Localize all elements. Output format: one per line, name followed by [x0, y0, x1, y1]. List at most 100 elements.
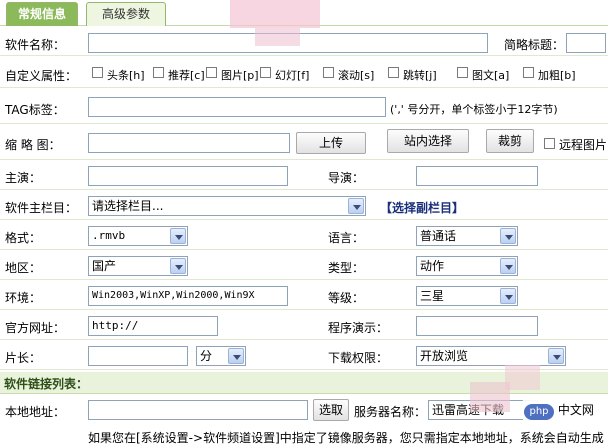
attr-checkbox[interactable] [260, 67, 271, 78]
length-unit-value: 分 [200, 349, 213, 363]
tab-advanced[interactable]: 高级参数 [86, 2, 166, 26]
env-label: 环境： [5, 291, 42, 305]
row-length: 片长： 分 下载权限： 开放浏览 [0, 342, 608, 370]
language-select[interactable]: 普通话 [416, 226, 518, 246]
browse-button[interactable]: 选取 [313, 399, 349, 421]
row-local-address: 本地地址： 选取 服务器名称： 迅雷高速下载 [0, 396, 608, 424]
row-starring: 主演： 导演： [0, 162, 608, 190]
attr-checkbox[interactable] [323, 67, 334, 78]
starring-label: 主演： [5, 171, 42, 185]
attr-checkbox[interactable] [92, 67, 103, 78]
row-format: 格式： .rmvb 语言： 普通话 [0, 222, 608, 250]
select-sub-column-link[interactable]: 【选择副栏目】 [380, 199, 464, 216]
format-label: 格式： [5, 231, 42, 245]
chevron-down-icon [228, 348, 244, 364]
attr-label: 幻灯[f] [275, 69, 310, 82]
level-label: 等级： [328, 291, 365, 305]
chevron-down-icon [500, 288, 516, 304]
tab-bar: 常规信息 高级参数 [0, 0, 608, 26]
row-thumbnail: 缩 略 图： 上传 站内选择 裁剪 远程图片 [0, 126, 608, 160]
region-value: 国产 [92, 259, 117, 273]
demo-label: 程序演示： [328, 321, 389, 335]
permission-label: 下载权限： [328, 351, 389, 365]
region-label: 地区： [5, 261, 42, 275]
format-select[interactable]: .rmvb [88, 226, 188, 246]
starring-input[interactable] [88, 166, 288, 186]
type-label: 类型： [328, 261, 365, 275]
php-logo-icon: php [524, 404, 554, 420]
level-select[interactable]: 三星 [416, 286, 518, 306]
row-website: 官方网址： http:// 程序演示： [0, 312, 608, 340]
watermark-text: 中文网 [557, 403, 594, 417]
thumb-label: 缩 略 图： [5, 138, 61, 152]
tag-hint: (',' 号分开，单个标签小于12字节) [390, 103, 558, 116]
env-input[interactable]: Win2003,WinXP,Win2000,Win9X [88, 286, 288, 306]
permission-select[interactable]: 开放浏览 [416, 346, 566, 366]
attr-label: 图文[a] [472, 69, 510, 82]
row-main-column: 软件主栏目： 请选择栏目... 【选择副栏目】 [0, 192, 608, 220]
tab-general[interactable]: 常规信息 [6, 2, 78, 26]
tag-input[interactable] [88, 97, 386, 117]
thumb-input[interactable] [88, 133, 290, 153]
type-value: 动作 [420, 259, 445, 273]
region-select[interactable]: 国产 [88, 256, 188, 276]
permission-value: 开放浏览 [420, 349, 469, 363]
chevron-down-icon [170, 228, 186, 244]
attr-checkbox[interactable] [206, 67, 217, 78]
name-label: 软件名称： [5, 38, 66, 52]
length-label: 片长： [5, 351, 42, 365]
row-tag: TAG标签： (',' 号分开，单个标签小于12字节) [0, 92, 608, 124]
local-address-label: 本地地址： [5, 405, 66, 419]
crop-button[interactable]: 裁剪 [486, 129, 534, 153]
format-value: .rmvb [92, 229, 126, 242]
level-value: 三星 [420, 289, 445, 303]
site-watermark: php 中文网 [522, 399, 602, 421]
attr-checkbox[interactable] [153, 67, 164, 78]
chevron-down-icon [500, 258, 516, 274]
chevron-down-icon [548, 348, 564, 364]
language-value: 普通话 [420, 229, 457, 243]
local-address-input[interactable] [88, 400, 308, 420]
custom-attr-label: 自定义属性： [5, 69, 78, 83]
site-input[interactable]: http:// [88, 316, 218, 336]
attr-checkbox[interactable] [457, 67, 468, 78]
short-title-input[interactable] [566, 33, 606, 53]
remote-image-checkbox[interactable] [544, 138, 555, 149]
language-label: 语言： [328, 231, 365, 245]
attr-label: 推荐[c] [168, 69, 205, 82]
attr-label: 滚动[s] [338, 69, 375, 82]
main-column-value: 请选择栏目... [92, 199, 164, 213]
server-name-label: 服务器名称： [354, 405, 427, 419]
short-title-label: 简略标题： [504, 38, 565, 52]
upload-button[interactable]: 上传 [296, 132, 366, 154]
links-section-header: 软件链接列表： [0, 372, 608, 394]
name-input[interactable] [88, 33, 488, 53]
remote-image-label: 远程图片 [559, 138, 608, 152]
main-column-label: 软件主栏目： [5, 201, 78, 215]
attr-label: 图片[p] [221, 69, 259, 82]
row-note: 如果您在[系统设置->软件频道设置]中指定了镜像服务器，您只需指定本地地址，系统… [0, 426, 608, 446]
length-unit-select[interactable]: 分 [196, 346, 246, 366]
chevron-down-icon [500, 228, 516, 244]
attr-label: 头条[h] [107, 69, 145, 82]
links-section-title: 软件链接列表： [4, 377, 89, 391]
row-region: 地区： 国产 类型： 动作 [0, 252, 608, 280]
attr-checkbox[interactable] [388, 67, 399, 78]
demo-input[interactable] [416, 316, 538, 336]
director-input[interactable] [416, 166, 538, 186]
attr-label: 跳转[j] [403, 69, 437, 82]
chevron-down-icon [170, 258, 186, 274]
mirror-note: 如果您在[系统设置->软件频道设置]中指定了镜像服务器，您只需指定本地地址，系统… [88, 431, 604, 445]
row-name: 软件名称： 简略标题： [0, 30, 608, 56]
site-label: 官方网址： [5, 321, 66, 335]
site-select-button[interactable]: 站内选择 [387, 129, 469, 153]
tag-label: TAG标签： [5, 103, 65, 117]
type-select[interactable]: 动作 [416, 256, 518, 276]
chevron-down-icon [348, 198, 364, 214]
director-label: 导演： [328, 171, 365, 185]
row-environment: 环境： Win2003,WinXP,Win2000,Win9X 等级： 三星 [0, 282, 608, 310]
main-column-select[interactable]: 请选择栏目... [88, 196, 366, 216]
attr-checkbox[interactable] [523, 67, 534, 78]
attr-label: 加粗[b] [538, 69, 576, 82]
length-input[interactable] [88, 346, 188, 366]
